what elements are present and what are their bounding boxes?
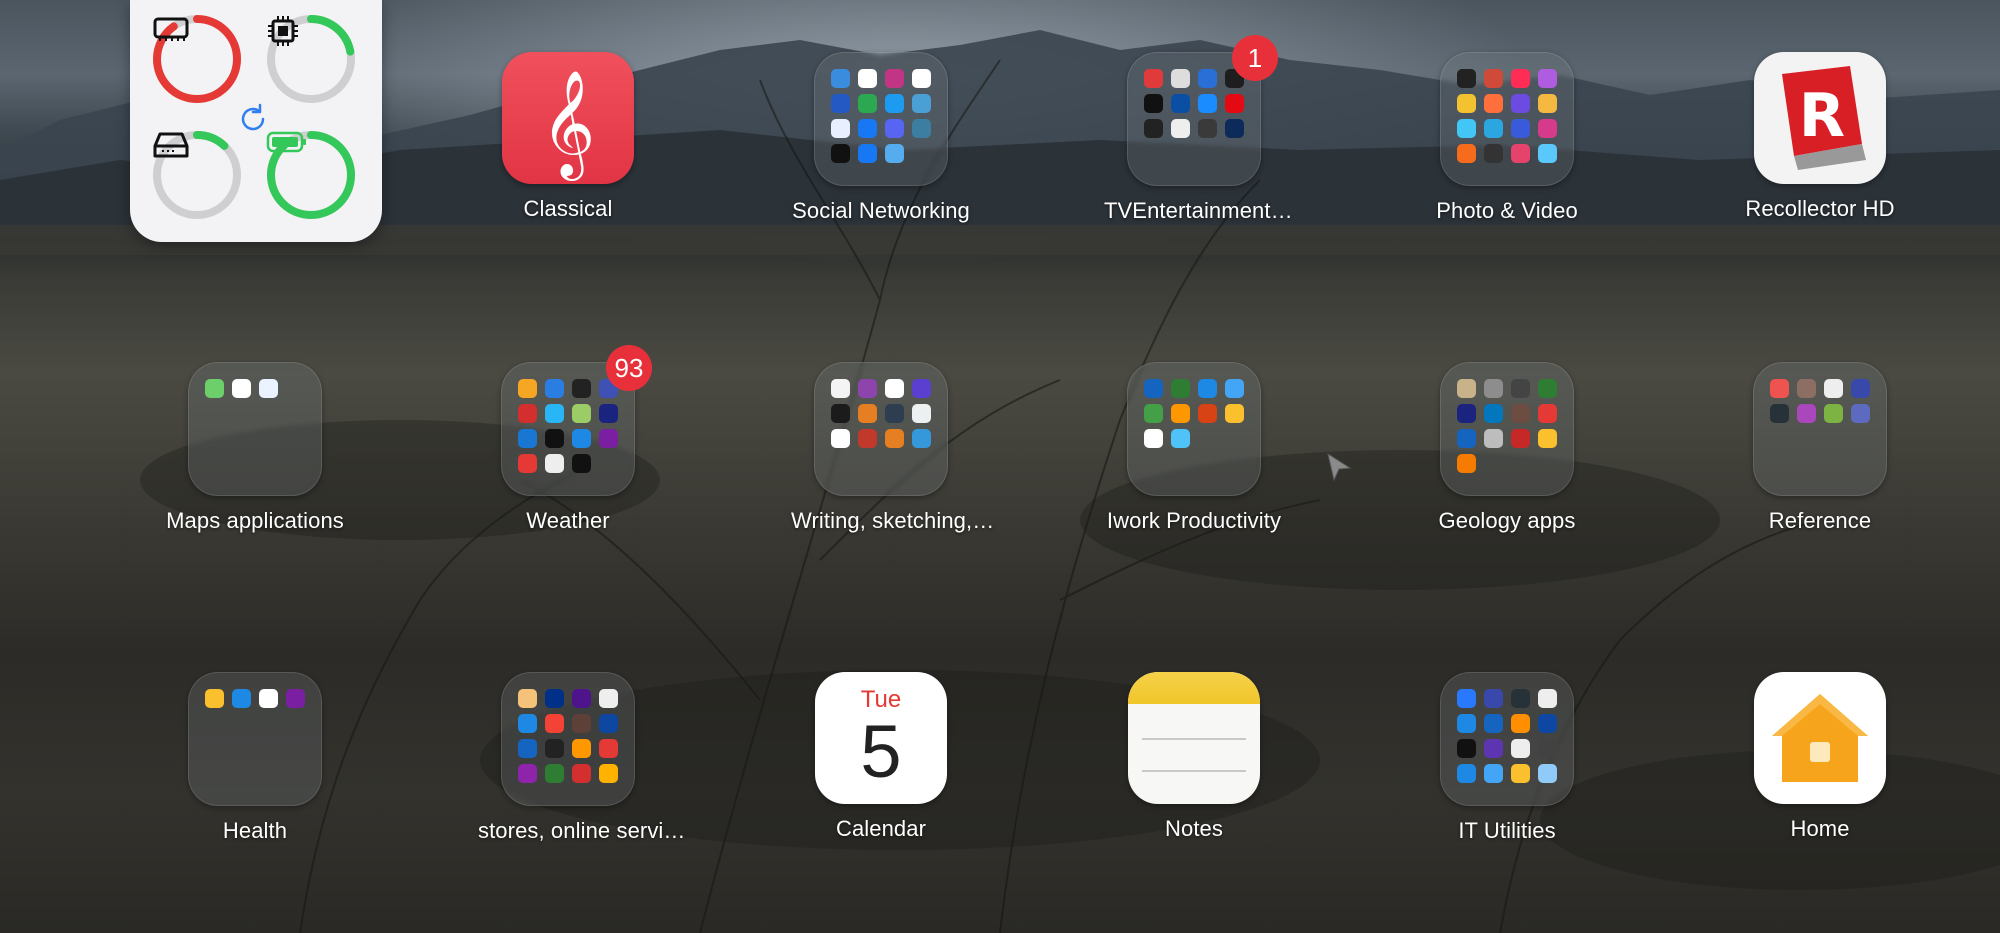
folder-iwork-productivity[interactable]: Iwork Productivity (1104, 362, 1284, 534)
folder-icon (1753, 362, 1887, 496)
battery-icon (266, 130, 356, 220)
folder-social-networking[interactable]: Social Networking (791, 52, 971, 224)
folder-preview-grid (1457, 689, 1557, 789)
folder-preview-grid (205, 379, 305, 479)
folder-icon (188, 672, 322, 806)
storage-ring (152, 130, 242, 220)
app-calendar[interactable]: Tue 5 Calendar (791, 672, 971, 842)
notification-badge: 1 (1232, 35, 1278, 81)
calendar-date: 5 (860, 710, 902, 793)
folder-weather[interactable]: 93 Weather (478, 345, 658, 534)
folder-icon (1440, 672, 1574, 806)
system-stats-widget[interactable] (130, 0, 382, 242)
folder-reference[interactable]: Reference (1730, 362, 1910, 534)
calendar-icon: Tue 5 (815, 672, 947, 804)
folder-icon (814, 362, 948, 496)
folder-writing-sketching[interactable]: Writing, sketching,… (791, 362, 995, 534)
folder-health[interactable]: Health (165, 672, 345, 844)
folder-icon (1127, 362, 1261, 496)
app-recollector-hd[interactable]: R Recollector HD (1730, 52, 1910, 222)
app-label: Photo & Video (1436, 198, 1578, 223)
folder-tv-entertainment[interactable]: 1 TVEntertainment… (1104, 35, 1293, 224)
app-label: Geology apps (1438, 508, 1576, 533)
app-home[interactable]: Home (1730, 672, 1910, 842)
app-label: Maps applications (166, 508, 344, 533)
folder-icon: 1 (1127, 35, 1278, 186)
cpu-icon (266, 14, 356, 104)
folder-icon: 93 (501, 345, 652, 496)
treble-clef-icon: 𝄞 (502, 52, 634, 184)
folder-photo-video[interactable]: Photo & Video (1417, 52, 1597, 224)
app-label: Social Networking (792, 198, 970, 223)
app-label: Notes (1165, 816, 1223, 841)
app-label: TVEntertainment… (1104, 198, 1293, 223)
folder-preview-grid (518, 379, 618, 479)
app-label: Home (1790, 816, 1850, 841)
app-label: Reference (1768, 508, 1872, 533)
notification-badge: 93 (606, 345, 652, 391)
folder-preview-grid (1144, 69, 1244, 169)
folder-icon (1440, 362, 1574, 496)
svg-text:𝄞: 𝄞 (541, 69, 595, 181)
memory-ring (152, 14, 242, 104)
app-label: stores, online servi… (478, 818, 686, 843)
folder-preview-grid (1770, 379, 1870, 479)
app-label: Calendar (835, 816, 927, 841)
svg-text:R: R (1799, 81, 1845, 151)
memory-icon (152, 14, 242, 104)
folder-icon (1440, 52, 1574, 186)
app-label: Classical (523, 196, 613, 221)
folder-preview-grid (1457, 69, 1557, 169)
r-logo-icon: R (1754, 52, 1886, 184)
notes-icon (1128, 672, 1260, 804)
folder-preview-grid (1457, 379, 1557, 479)
cpu-ring (266, 14, 356, 104)
folder-preview-grid (831, 69, 931, 169)
mouse-pointer-icon (1326, 452, 1352, 487)
app-label: Iwork Productivity (1106, 508, 1282, 533)
folder-icon (188, 362, 322, 496)
folder-icon (501, 672, 635, 806)
folder-it-utilities[interactable]: IT Utilities (1417, 672, 1597, 844)
app-label: IT Utilities (1458, 818, 1556, 843)
folder-geology-apps[interactable]: Geology apps (1417, 362, 1597, 534)
folder-stores-online-services[interactable]: stores, online servi… (478, 672, 686, 844)
storage-icon (152, 130, 242, 220)
folder-preview-grid (518, 689, 618, 789)
app-label: Weather (526, 508, 610, 533)
folder-preview-grid (205, 689, 305, 789)
app-label: Recollector HD (1745, 196, 1895, 221)
folder-preview-grid (831, 379, 931, 479)
folder-preview-grid (1144, 379, 1244, 479)
house-icon (1754, 672, 1886, 804)
folder-icon (814, 52, 948, 186)
app-label: Writing, sketching,… (791, 508, 995, 533)
folder-maps-applications[interactable]: Maps applications (165, 362, 345, 534)
app-label: Health (222, 818, 288, 843)
refresh-icon[interactable] (236, 102, 270, 136)
app-notes[interactable]: Notes (1104, 672, 1284, 842)
app-classical[interactable]: 𝄞 Classical (478, 52, 658, 222)
battery-ring (266, 130, 356, 220)
